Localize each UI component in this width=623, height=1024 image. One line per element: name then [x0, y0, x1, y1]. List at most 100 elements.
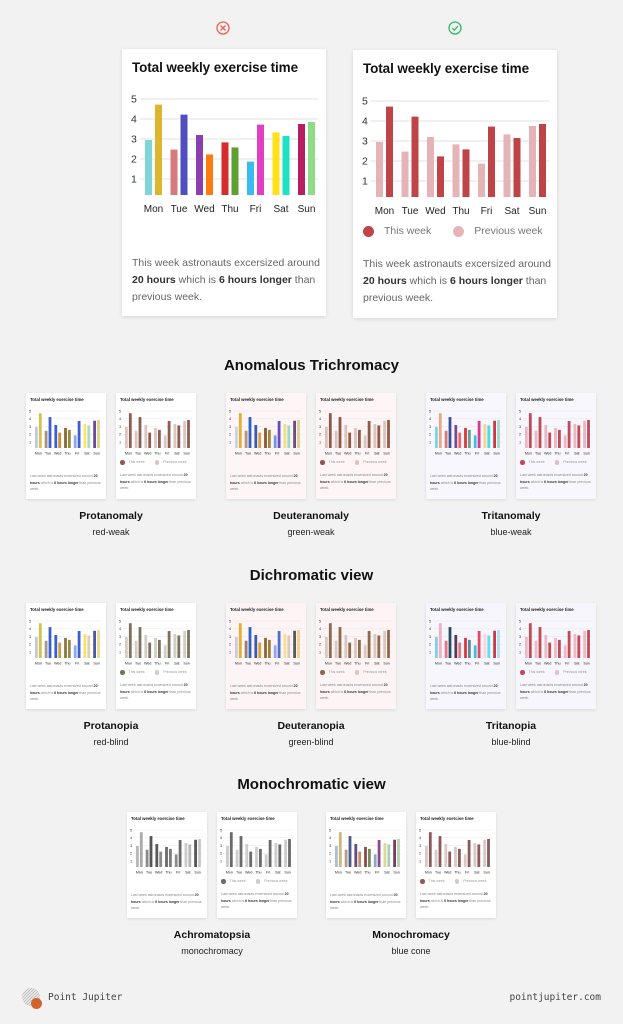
x-tick-label: Sun	[383, 662, 389, 666]
y-tick-label: 5	[29, 619, 31, 623]
bar-previous-week	[425, 845, 428, 867]
legend-previous-week-label: Previous week	[363, 670, 387, 675]
bar-this-week	[282, 136, 290, 195]
bar-previous-week	[247, 161, 254, 195]
y-tick-label: 5	[519, 409, 521, 413]
legend-this-week-label: This week	[428, 879, 445, 884]
bar-this-week	[358, 851, 362, 867]
bar-this-week	[477, 630, 481, 658]
y-tick-label: 1	[131, 174, 137, 186]
mini-legend: This week Previous week	[520, 670, 587, 675]
bar-previous-week	[194, 839, 197, 867]
y-tick-label: 5	[229, 409, 231, 413]
legend-this-week-label: This week	[528, 670, 545, 675]
y-tick-label: 4	[229, 627, 231, 631]
bar-this-week	[198, 838, 201, 867]
bar-previous-week	[544, 425, 548, 448]
bar-this-week	[288, 838, 291, 867]
x-tick-label: Tue	[45, 452, 51, 456]
website-link[interactable]: pointjupiter.com	[509, 992, 601, 1003]
mini-bar-chart: 1 2 3 4 5 Mon Tue Wed Thu Fri Sat Sun	[29, 619, 102, 666]
bar-previous-week	[373, 424, 377, 448]
bar-this-week	[348, 642, 352, 658]
bar-previous-week	[473, 843, 477, 867]
mini-card-two-tone: Total weekly exercise time 1 2 3 4 5 Mon Tue Wed…	[116, 603, 196, 709]
y-tick-label: 4	[220, 836, 222, 840]
bar-previous-week	[73, 645, 77, 658]
condition-subtitle: blue cone	[391, 946, 431, 956]
bar-this-week	[180, 114, 188, 195]
x-tick-label: Mon	[525, 662, 532, 666]
bar-this-week	[438, 836, 442, 867]
y-tick-label: 3	[220, 844, 222, 848]
bar-this-week	[438, 623, 442, 658]
bar-previous-week	[264, 637, 267, 658]
condition-subtitle: monochromacy	[181, 946, 243, 956]
brand-name: Point Jupiter	[48, 992, 123, 1003]
bar-previous-week	[483, 424, 487, 448]
bar-this-week	[258, 432, 262, 448]
legend-previous-week-label: Previous week	[163, 670, 187, 675]
y-tick-label: 1	[429, 651, 431, 655]
mini-description: Last week astronauts excersized around 2…	[221, 892, 292, 909]
bar-previous-week	[235, 426, 238, 448]
x-tick-label: Sat	[374, 662, 379, 666]
bar-this-week	[338, 417, 342, 448]
x-tick-label: Tue	[245, 452, 251, 456]
bar-previous-week	[184, 843, 188, 867]
legend-this-week-label: This week	[528, 460, 545, 465]
bar-this-week	[477, 844, 481, 867]
bar-this-week	[159, 851, 163, 867]
bar-this-week	[411, 116, 419, 197]
x-tick-label: Thu	[454, 871, 460, 875]
bar-this-week	[513, 138, 521, 197]
x-tick-label: Tue	[535, 662, 541, 666]
mini-card-multicolor: Total weekly exercise time 1 2 3 4 5 Mon Tue Wed…	[426, 603, 506, 709]
bar-previous-week	[444, 844, 448, 867]
bar-previous-week	[154, 427, 157, 448]
mini-card-multicolor: Total weekly exercise time 1 2 3 4 5 Mon Tue Wed…	[26, 603, 106, 709]
x-tick-label: Wed	[144, 452, 151, 456]
x-tick-label: Tue	[135, 452, 141, 456]
x-tick-label: Tue	[171, 204, 188, 215]
y-tick-label: 3	[419, 844, 421, 848]
condition-subtitle: blue-weak	[490, 527, 532, 537]
bar-previous-week	[354, 844, 358, 867]
legend-this-week-swatch	[120, 460, 125, 465]
legend-this-week-swatch	[520, 460, 525, 465]
y-tick-label: 5	[429, 409, 431, 413]
y-tick-label: 3	[329, 844, 331, 848]
good-example-chart: 1 2 3 4 5 Mon Tue Wed Thu Fri Sat Sun	[362, 96, 549, 217]
bar-this-week	[497, 419, 500, 448]
mini-description: Last week astronauts excersized around 2…	[30, 684, 101, 701]
y-tick-label: 2	[29, 433, 31, 437]
y-tick-label: 4	[119, 417, 121, 421]
x-tick-label: Sun	[293, 452, 299, 456]
bar-this-week	[188, 844, 192, 867]
bar-this-week	[38, 413, 42, 448]
x-tick-label: Sat	[474, 871, 479, 875]
chart-description: This week astronauts excersized around 2…	[363, 258, 551, 304]
bar-previous-week	[344, 849, 348, 867]
y-tick-label: 2	[220, 852, 222, 856]
bar-previous-week	[325, 636, 328, 658]
y-tick-label: 2	[131, 154, 137, 166]
bar-previous-week	[463, 854, 467, 867]
bar-previous-week	[293, 630, 296, 658]
bar-this-week	[558, 429, 561, 448]
mini-bar-chart: 1 2 3 4 5 Mon Tue Wed Thu Fri Sat Sun	[329, 828, 402, 875]
bar-previous-week	[264, 854, 268, 867]
condition-name: Protanomaly	[79, 510, 143, 522]
x-tick-label: Mon	[235, 452, 242, 456]
y-tick-label: 3	[229, 425, 231, 429]
mini-description: Last week astronauts excersized around 2…	[230, 684, 301, 701]
legend-previous-week-label: Previous week	[563, 670, 587, 675]
bar-this-week	[448, 627, 452, 658]
bar-previous-week	[35, 636, 38, 658]
y-tick-label: 4	[419, 836, 421, 840]
bar-previous-week	[272, 132, 280, 195]
bar-previous-week	[226, 845, 229, 867]
bar-this-week	[287, 425, 291, 448]
y-tick-label: 1	[220, 860, 222, 864]
bar-this-week	[268, 639, 271, 658]
